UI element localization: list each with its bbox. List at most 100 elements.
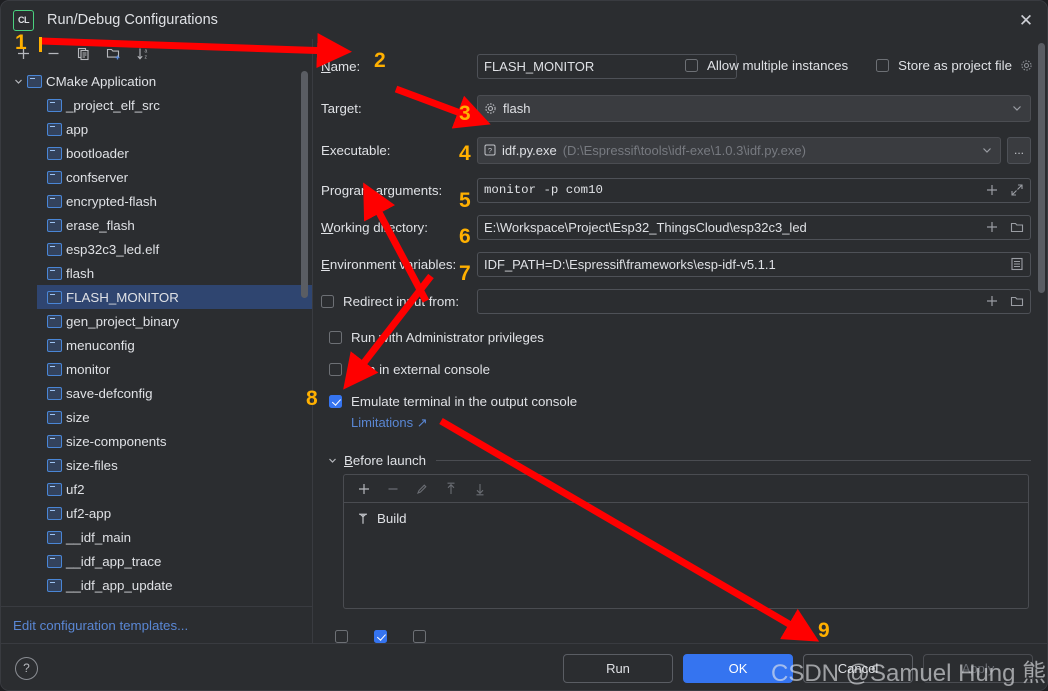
list-item-label: flash — [66, 265, 95, 281]
sidebar-item-flash[interactable]: flash — [37, 261, 312, 285]
sidebar-item-erase-flash[interactable]: erase_flash — [37, 213, 312, 237]
run-in-external-console-checkbox[interactable] — [329, 362, 342, 376]
remove-task-button[interactable] — [385, 481, 400, 496]
before-launch-header[interactable]: Before launch — [325, 453, 1031, 468]
chevron-down-icon — [11, 74, 25, 88]
sidebar-item-idf-main[interactable]: __idf_main — [37, 525, 312, 549]
sidebar-item-uf2-app[interactable]: uf2-app — [37, 501, 312, 525]
sidebar-item-project-elf-src[interactable]: _project_elf_src — [37, 93, 312, 117]
executable-select[interactable]: ? idf.py.exe (D:\Espressif\tools\idf-exe… — [477, 136, 1001, 164]
store-as-project-file-checkbox[interactable] — [876, 58, 890, 72]
list-item-label: encrypted-flash — [66, 193, 157, 209]
sidebar-item-idf-app-update[interactable]: __idf_app_update — [37, 573, 312, 597]
configuration-icon — [47, 554, 62, 568]
sidebar-item-uf2[interactable]: uf2 — [37, 477, 312, 501]
list-item[interactable]: Build — [344, 503, 1028, 526]
limitations-link[interactable]: Limitations ↗ — [351, 415, 1031, 431]
sidebar-item-size-files[interactable]: size-files — [37, 453, 312, 477]
sidebar-item-monitor[interactable]: monitor — [37, 357, 312, 381]
sidebar-item-encrypted-flash[interactable]: encrypted-flash — [37, 189, 312, 213]
list-item-label: bootloader — [66, 145, 129, 161]
edit-configuration-templates-link[interactable]: Edit configuration templates... — [1, 606, 312, 643]
expand-editor-icon[interactable] — [1009, 183, 1024, 198]
cancel-button[interactable]: Cancel — [803, 653, 913, 683]
configuration-icon — [47, 386, 62, 400]
list-item-label: monitor — [66, 361, 111, 377]
sidebar-item-save-defconfig[interactable]: save-defconfig — [37, 381, 312, 405]
target-select[interactable]: flash — [477, 94, 1031, 122]
folder-icon[interactable] — [1009, 294, 1024, 309]
sidebar-item-app[interactable]: app — [37, 117, 312, 141]
name-value: FLASH_MONITOR — [484, 58, 595, 74]
folder-icon[interactable] — [1009, 220, 1024, 235]
close-icon[interactable]: ✕ — [1013, 7, 1039, 33]
chevron-down-icon[interactable] — [325, 454, 339, 468]
insert-macro-icon[interactable] — [984, 183, 999, 198]
emulate-terminal-checkbox[interactable] — [329, 394, 342, 408]
sidebar-item-menuconfig[interactable]: menuconfig — [37, 333, 312, 357]
sidebar-item-confserver[interactable]: confserver — [37, 165, 312, 189]
working-directory-input[interactable]: E:\Workspace\Project\Esp32_ThingsCloud\e… — [477, 214, 1031, 240]
program-arguments-input[interactable]: monitor -p com10 — [477, 177, 1031, 203]
allow-multiple-instances-row[interactable]: Allow multiple instances — [685, 53, 848, 77]
redirect-input-checkbox[interactable] — [321, 294, 334, 308]
configuration-icon — [47, 170, 62, 184]
help-button[interactable]: ? — [15, 656, 38, 680]
move-down-button[interactable] — [472, 481, 487, 496]
configuration-form: Name: FLASH_MONITOR Target: flash Execut… — [313, 39, 1047, 643]
list-item-label: _project_elf_src — [66, 97, 160, 113]
store-as-project-file-label: Store as project file — [898, 57, 1012, 73]
configuration-icon — [47, 146, 62, 160]
add-configuration-button[interactable] — [15, 45, 32, 62]
redirect-input-path-input[interactable] — [477, 288, 1031, 314]
ok-button[interactable]: OK — [683, 653, 793, 683]
show-this-page-checkbox[interactable] — [335, 629, 348, 643]
insert-macro-icon[interactable] — [984, 220, 999, 235]
list-item-label: FLASH_MONITOR — [66, 289, 179, 305]
svg-text:?: ? — [488, 146, 492, 155]
move-up-button[interactable] — [443, 481, 458, 496]
remove-configuration-button[interactable] — [45, 45, 62, 62]
copy-configuration-button[interactable] — [75, 45, 92, 62]
tree-scrollbar[interactable] — [301, 71, 308, 298]
form-scrollbar[interactable] — [1038, 43, 1045, 293]
sidebar-item-esp32c3-led-elf[interactable]: esp32c3_led.elf — [37, 237, 312, 261]
run-as-administrator-checkbox[interactable] — [329, 330, 342, 344]
edit-configuration-templates-label: Edit configuration templates... — [13, 617, 189, 633]
edit-variables-list-icon[interactable] — [1009, 257, 1024, 272]
sidebar-item-bootloader[interactable]: bootloader — [37, 141, 312, 165]
gear-icon[interactable] — [1019, 58, 1033, 72]
list-item-label: __idf_app_trace — [66, 553, 162, 569]
activate-tool-window-checkbox[interactable] — [374, 629, 387, 643]
emulate-terminal-row[interactable]: Emulate terminal in the output console — [329, 389, 1031, 413]
sidebar-item-gen-project-binary[interactable]: gen_project_binary — [37, 309, 312, 333]
list-item-label: save-defconfig — [66, 385, 153, 401]
run-in-external-console-row[interactable]: Run in external console — [329, 357, 1031, 381]
new-folder-button[interactable] — [105, 45, 122, 62]
chevron-down-icon[interactable] — [979, 143, 994, 158]
question-box-icon: ? — [484, 144, 496, 156]
run-as-administrator-row[interactable]: Run with Administrator privileges — [329, 325, 1031, 349]
sidebar-item-size[interactable]: size — [37, 405, 312, 429]
allow-multiple-instances-checkbox[interactable] — [685, 58, 699, 72]
environment-variables-input[interactable]: IDF_PATH=D:\Espressif\frameworks\esp-idf… — [477, 251, 1031, 277]
sort-configurations-button[interactable]: a z — [135, 45, 152, 62]
add-task-button[interactable] — [356, 481, 371, 496]
sidebar-item-idf-app-trace[interactable]: __idf_app_trace — [37, 549, 312, 573]
apply-button[interactable]: Apply — [923, 653, 1033, 683]
redirect-input-label: Redirect input from: — [343, 293, 460, 309]
sidebar-item-flash-monitor[interactable]: FLASH_MONITOR — [37, 285, 312, 309]
run-button[interactable]: Run — [563, 653, 673, 683]
chevron-down-icon[interactable] — [1009, 101, 1024, 116]
run-debug-configurations-dialog: CL Run/Debug Configurations ✕ a z CMake … — [0, 0, 1048, 691]
list-item-label: erase_flash — [66, 217, 135, 233]
store-as-project-file-row[interactable]: Store as project file — [876, 53, 1033, 77]
sidebar-item-size-components[interactable]: size-components — [37, 429, 312, 453]
focus-tool-window-checkbox[interactable] — [413, 629, 426, 643]
tree-group-cmake-application[interactable]: CMake Application — [1, 69, 312, 93]
insert-macro-icon[interactable] — [984, 294, 999, 309]
configurations-tree[interactable]: CMake Application _project_elf_src app b… — [1, 67, 312, 606]
browse-executable-button[interactable]: ... — [1007, 136, 1031, 164]
section-divider — [436, 460, 1031, 461]
edit-task-button[interactable] — [414, 481, 429, 496]
